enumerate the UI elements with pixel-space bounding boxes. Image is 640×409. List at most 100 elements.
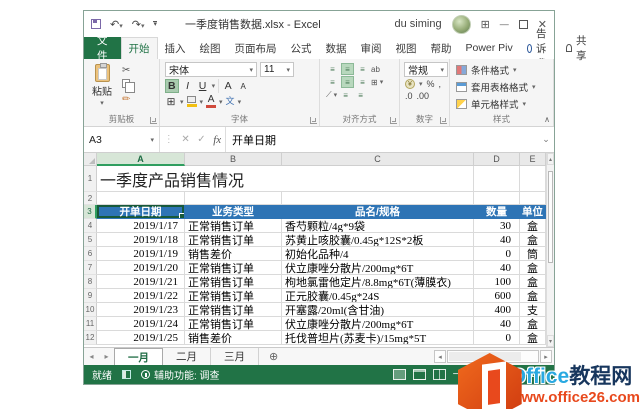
vertical-scroll-thumb[interactable] bbox=[548, 171, 553, 263]
percent-style-button[interactable]: % bbox=[427, 79, 435, 89]
row-header-1[interactable]: 1 bbox=[84, 166, 97, 192]
cell-qty[interactable]: 40 bbox=[474, 233, 520, 247]
cell-date[interactable]: 2019/1/21 bbox=[97, 275, 185, 289]
cell-type[interactable]: 正常销售订单 bbox=[185, 233, 282, 247]
formula-bar-resizer-icon[interactable] bbox=[164, 134, 174, 145]
cell-date[interactable]: 2019/1/19 bbox=[97, 247, 185, 261]
row-header-2[interactable]: 2 bbox=[84, 192, 97, 205]
cell-product[interactable]: 开塞露/20ml(含甘油) bbox=[282, 303, 474, 317]
share-button[interactable]: 共享 bbox=[557, 35, 598, 62]
cell-product[interactable]: 正元胶囊/0.45g*24S bbox=[282, 289, 474, 303]
name-box[interactable]: A3 bbox=[84, 127, 160, 152]
next-sheet-icon[interactable] bbox=[104, 352, 108, 361]
accounting-format-icon[interactable]: ¥ bbox=[405, 79, 415, 89]
tab-view[interactable]: 视图 bbox=[389, 37, 424, 59]
tab-data[interactable]: 数据 bbox=[319, 37, 354, 59]
top-align-icon[interactable] bbox=[326, 63, 339, 75]
cell-date[interactable]: 2019/1/20 bbox=[97, 261, 185, 275]
cell-unit[interactable]: 盒 bbox=[520, 219, 546, 233]
accessibility-status[interactable]: 辅助功能: 调查 bbox=[141, 367, 220, 382]
name-box-dropdown-icon[interactable] bbox=[150, 136, 154, 144]
macro-record-icon[interactable] bbox=[122, 370, 131, 379]
user-name[interactable]: du siming bbox=[394, 18, 441, 30]
page-break-view-button[interactable] bbox=[432, 369, 446, 380]
bold-button[interactable]: B bbox=[165, 79, 179, 93]
row-header-6[interactable]: 6 bbox=[84, 247, 97, 261]
scroll-left-icon[interactable] bbox=[434, 350, 446, 363]
middle-align-icon[interactable] bbox=[341, 63, 354, 75]
align-left-icon[interactable] bbox=[326, 76, 339, 88]
increase-decimal-button[interactable]: .0 bbox=[405, 91, 413, 101]
cell-qty[interactable]: 600 bbox=[474, 289, 520, 303]
normal-view-button[interactable] bbox=[392, 369, 406, 380]
tab-draw[interactable]: 绘图 bbox=[193, 37, 228, 59]
format-painter-icon[interactable] bbox=[122, 94, 134, 105]
cell-unit[interactable]: 盒 bbox=[520, 233, 546, 247]
fill-color-button[interactable] bbox=[186, 96, 197, 107]
cell-c2[interactable] bbox=[282, 192, 474, 205]
cell-product[interactable]: 苏黄止咳胶囊/0.45g*12S*2板 bbox=[282, 233, 474, 247]
active-cell-a3[interactable]: 开单日期 bbox=[97, 205, 185, 219]
clipboard-dialog-launcher-icon[interactable] bbox=[150, 117, 157, 124]
cell-unit[interactable]: 盒 bbox=[520, 289, 546, 303]
header-qty[interactable]: 数量 bbox=[474, 205, 520, 219]
column-header-e[interactable]: E bbox=[520, 153, 546, 166]
user-avatar[interactable] bbox=[451, 14, 471, 34]
row-header-11[interactable]: 11 bbox=[84, 317, 97, 331]
maximize-button[interactable] bbox=[518, 19, 528, 29]
cell-qty[interactable]: 0 bbox=[474, 247, 520, 261]
cell-date[interactable]: 2019/1/23 bbox=[97, 303, 185, 317]
row-header-5[interactable]: 5 bbox=[84, 233, 97, 247]
tab-file[interactable]: 文件 bbox=[84, 35, 121, 62]
column-header-c[interactable]: C bbox=[282, 153, 474, 166]
number-dialog-launcher-icon[interactable] bbox=[440, 117, 447, 124]
format-as-table-button[interactable]: 套用表格格式 bbox=[456, 80, 553, 94]
cell-type[interactable]: 正常销售订单 bbox=[185, 317, 282, 331]
phonetic-guide-button[interactable]: 文 bbox=[226, 97, 235, 106]
cut-icon[interactable] bbox=[122, 65, 134, 76]
tab-page-layout[interactable]: 页面布局 bbox=[228, 37, 284, 59]
insert-function-icon[interactable]: fx bbox=[213, 134, 221, 146]
comma-style-button[interactable]: , bbox=[439, 79, 442, 89]
sheet-tab-february[interactable]: 二月 bbox=[163, 348, 211, 365]
number-format-combo[interactable]: 常规 bbox=[404, 62, 448, 77]
ribbon-display-options-icon[interactable] bbox=[481, 18, 490, 31]
font-name-combo[interactable]: 宋体 bbox=[165, 62, 257, 77]
cell-qty[interactable]: 40 bbox=[474, 261, 520, 275]
cell-date[interactable]: 2019/1/24 bbox=[97, 317, 185, 331]
collapse-ribbon-icon[interactable] bbox=[544, 115, 550, 124]
borders-icon[interactable] bbox=[165, 96, 177, 108]
cell-product[interactable]: 托伐普坦片(苏麦卡)/15mg*5T bbox=[282, 331, 474, 345]
shrink-font-button[interactable]: A bbox=[237, 82, 249, 91]
tell-me-box[interactable]: 告诉我 bbox=[520, 28, 558, 70]
cell-type[interactable]: 正常销售订单 bbox=[185, 261, 282, 275]
scroll-up-icon[interactable] bbox=[547, 153, 554, 165]
cell-type[interactable]: 正常销售订单 bbox=[185, 275, 282, 289]
new-sheet-icon[interactable] bbox=[269, 348, 278, 365]
cell-type[interactable]: 销售差价 bbox=[185, 331, 282, 345]
cell-e2[interactable] bbox=[520, 192, 546, 205]
font-color-button[interactable]: A bbox=[206, 95, 217, 108]
cell-qty[interactable]: 400 bbox=[474, 303, 520, 317]
cancel-entry-icon[interactable] bbox=[181, 134, 189, 145]
row-header-12[interactable]: 12 bbox=[84, 331, 97, 345]
header-product[interactable]: 品名/规格 bbox=[282, 205, 474, 219]
tab-help[interactable]: 帮助 bbox=[424, 37, 459, 59]
header-unit[interactable]: 单位 bbox=[520, 205, 546, 219]
undo-button[interactable] bbox=[110, 18, 123, 31]
merge-center-icon[interactable] bbox=[371, 78, 378, 87]
underline-button[interactable]: U bbox=[197, 80, 209, 92]
tab-home[interactable]: 开始 bbox=[120, 37, 158, 59]
cell-unit[interactable]: 盒 bbox=[520, 317, 546, 331]
expand-formula-bar-icon[interactable] bbox=[538, 127, 554, 152]
row-header-7[interactable]: 7 bbox=[84, 261, 97, 275]
cell-qty[interactable]: 30 bbox=[474, 219, 520, 233]
cell-qty[interactable]: 100 bbox=[474, 275, 520, 289]
decrease-indent-icon[interactable] bbox=[339, 89, 352, 101]
decrease-decimal-button[interactable]: .00 bbox=[417, 91, 430, 101]
scroll-down-icon[interactable] bbox=[547, 335, 554, 347]
cell-unit[interactable]: 支 bbox=[520, 303, 546, 317]
cell-type[interactable]: 正常销售订单 bbox=[185, 219, 282, 233]
cell-e1[interactable] bbox=[520, 166, 546, 192]
minimize-button[interactable] bbox=[500, 18, 509, 30]
